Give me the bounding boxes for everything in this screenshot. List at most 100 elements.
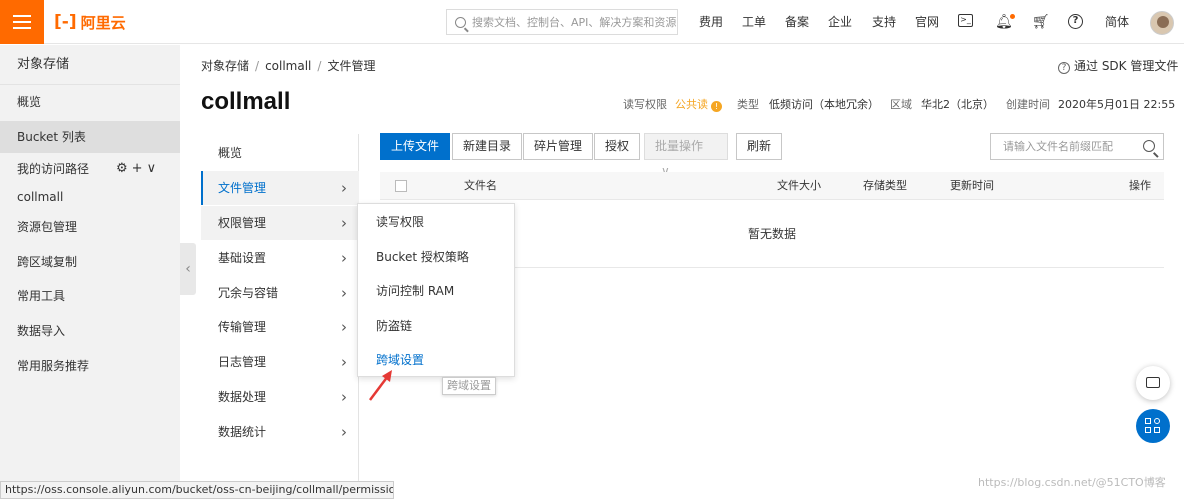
sdk-link[interactable]: ? 通过 SDK 管理文件 (1058, 57, 1178, 74)
subnav-label: 权限管理 (218, 216, 267, 230)
nav-enterprise[interactable]: 企业 (828, 0, 852, 44)
column-actions: 操作 (1129, 179, 1151, 192)
sidebar-item-cross-region[interactable]: 跨区域复制 (0, 246, 180, 278)
sidebar-item-data-import[interactable]: 数据导入 (0, 315, 180, 347)
apps-button[interactable] (1136, 409, 1170, 443)
upload-file-button[interactable]: 上传文件 (380, 133, 451, 160)
breadcrumb-bucket[interactable]: collmall (265, 59, 311, 73)
top-bar: [-] 阿里云 搜索文档、控制台、API、解决方案和资源 费用 工单 备案 企业… (0, 0, 1184, 44)
breadcrumb-oss[interactable]: 对象存储 (201, 59, 249, 73)
aliyun-logo[interactable]: [-] 阿里云 (54, 11, 126, 33)
nav-filing[interactable]: 备案 (785, 0, 809, 44)
subnav-logs[interactable]: 日志管理 › (201, 345, 359, 379)
nav-ticket[interactable]: 工单 (742, 0, 766, 44)
column-size: 文件大小 (777, 179, 821, 192)
file-table-header: 文件名 文件大小 存储类型 更新时间 操作 (380, 172, 1164, 200)
warning-icon[interactable]: ! (711, 101, 722, 112)
subnav-label: 概览 (218, 146, 243, 160)
collapse-sidebar-icon[interactable]: ‹ (180, 243, 196, 295)
column-filename: 文件名 (464, 179, 497, 192)
sidebar-item-collmall[interactable]: collmall (0, 181, 180, 213)
subnav-label: 数据统计 (218, 425, 267, 439)
terminal-icon[interactable]: >_ (958, 14, 973, 27)
settings-icon[interactable]: ⚙︎ (116, 161, 132, 176)
sidebar-item-tools[interactable]: 常用工具 (0, 280, 180, 312)
region-value: 华北2（北京） (921, 98, 994, 111)
access-path-tools: ⚙︎+∨ (116, 161, 160, 176)
region-label: 区域 (890, 98, 912, 111)
batch-label: 批量操作 (655, 139, 704, 153)
nav-billing[interactable]: 费用 (699, 0, 723, 44)
chevron-right-icon: › (341, 214, 347, 232)
subnav-statistics[interactable]: 数据统计 › (201, 415, 359, 449)
subnav-redundancy[interactable]: 冗余与容错 › (201, 276, 359, 310)
sidebar-item-recommended[interactable]: 常用服务推荐 (0, 350, 180, 382)
new-directory-button[interactable]: 新建目录 (452, 133, 523, 160)
select-all-checkbox[interactable] (395, 180, 407, 192)
logo-text: 阿里云 (80, 13, 126, 32)
avatar[interactable] (1150, 11, 1174, 35)
chevron-right-icon: › (341, 284, 347, 302)
subnav-overview[interactable]: 概览 (201, 136, 359, 170)
tooltip: 跨域设置 (442, 377, 496, 395)
submenu-ram[interactable]: 访问控制 RAM (358, 274, 514, 308)
sdk-link-text: 通过 SDK 管理文件 (1074, 59, 1179, 73)
chat-bubble-icon (1146, 377, 1160, 388)
apps-grid-icon-part (1154, 427, 1160, 433)
chevron-right-icon: › (341, 353, 347, 371)
batch-operations-button[interactable]: 批量操作 ∨ (644, 133, 728, 178)
page-title: collmall (201, 88, 291, 115)
subnav-data-processing[interactable]: 数据处理 › (201, 380, 359, 414)
menu-icon[interactable] (0, 0, 44, 44)
search-icon[interactable] (1143, 140, 1155, 152)
add-icon[interactable]: + (132, 161, 147, 176)
notification-dot (1010, 14, 1015, 19)
nav-official-site[interactable]: 官网 (915, 0, 939, 44)
bucket-sub-nav: 概览 文件管理 › 权限管理 › 基础设置 › 冗余与容错 › 传输管理 › 日志管理 › … (201, 134, 359, 499)
type-label: 类型 (737, 98, 759, 111)
feedback-button[interactable] (1136, 366, 1170, 400)
rw-permission-value: 公共读! (675, 96, 722, 112)
nav-support[interactable]: 支持 (872, 0, 896, 44)
subnav-basic-settings[interactable]: 基础设置 › (201, 241, 359, 275)
permission-submenu: 读写权限 Bucket 授权策略 访问控制 RAM 防盗链 跨域设置 (357, 203, 515, 377)
breadcrumb: 对象存储 / collmall / 文件管理 (201, 59, 376, 73)
submenu-hotlink-protection[interactable]: 防盗链 (358, 309, 514, 343)
subnav-transfer[interactable]: 传输管理 › (201, 310, 359, 344)
search-placeholder: 搜索文档、控制台、API、解决方案和资源 (472, 16, 677, 29)
sidebar-item-resource-packs[interactable]: 资源包管理 (0, 211, 180, 243)
refresh-button[interactable]: 刷新 (736, 133, 783, 160)
subnav-label: 基础设置 (218, 251, 267, 265)
file-search-placeholder: 请输入文件名前缀匹配 (1003, 140, 1113, 153)
sidebar-item-bucket-list[interactable]: Bucket 列表 (0, 121, 180, 153)
sidebar-item-overview[interactable]: 概览 (0, 86, 180, 118)
annotation-arrow-icon (369, 370, 392, 401)
subnav-file-management[interactable]: 文件管理 › (201, 171, 359, 205)
logo-mark-icon: [-] (54, 12, 77, 32)
bell-icon[interactable]: 🔔︎ (995, 14, 1013, 30)
subnav-permission-management[interactable]: 权限管理 › (201, 206, 359, 240)
chevron-right-icon: › (341, 388, 347, 406)
watermark: https://blog.csdn.net/@51CTO博客 (978, 476, 1166, 489)
column-storage-type: 存储类型 (863, 179, 907, 192)
subnav-label: 数据处理 (218, 390, 267, 404)
chevron-down-icon[interactable]: ∨ (147, 161, 161, 176)
chevron-right-icon: › (341, 249, 347, 267)
breadcrumb-current: 文件管理 (327, 59, 376, 73)
submenu-rw-permission[interactable]: 读写权限 (358, 205, 514, 239)
type-value: 低频访问（本地冗余） (769, 98, 879, 111)
browser-status-url: https://oss.console.aliyun.com/bucket/os… (0, 481, 394, 499)
submenu-bucket-policy[interactable]: Bucket 授权策略 (358, 240, 514, 274)
authorize-button[interactable]: 授权 (594, 133, 641, 160)
created-label: 创建时间 (1006, 98, 1050, 111)
fragment-management-button[interactable]: 碎片管理 (523, 133, 594, 160)
subnav-label: 日志管理 (218, 355, 267, 369)
help-icon[interactable]: ? (1068, 14, 1083, 29)
left-sidebar: 对象存储 概览 Bucket 列表 我的访问路径 ⚙︎+∨ collmall 资… (0, 45, 180, 499)
apps-grid-icon-part (1154, 418, 1160, 424)
cart-icon[interactable]: 🛒︎ (1032, 14, 1050, 30)
file-search-input[interactable]: 请输入文件名前缀匹配 (990, 133, 1164, 160)
language-switch[interactable]: 简体 (1105, 0, 1129, 44)
global-search-input[interactable]: 搜索文档、控制台、API、解决方案和资源 (446, 9, 678, 35)
subnav-label: 文件管理 (218, 181, 267, 195)
